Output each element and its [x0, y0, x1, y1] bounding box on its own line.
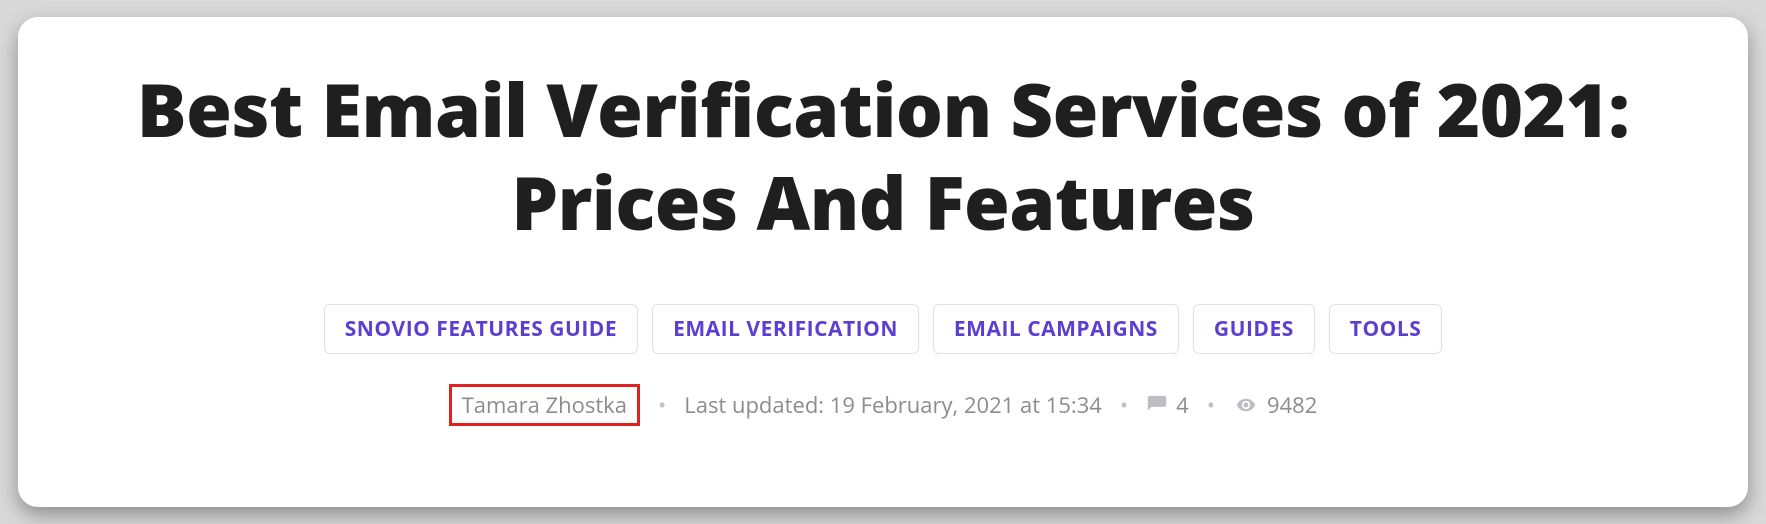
- comments-count: 4: [1176, 390, 1189, 420]
- separator-dot: •: [1207, 390, 1215, 420]
- eye-icon: [1233, 395, 1259, 415]
- tag-guides[interactable]: GUIDES: [1193, 304, 1315, 354]
- article-card: Best Email Verification Services of 2021…: [18, 17, 1748, 507]
- separator-dot: •: [1120, 390, 1128, 420]
- tag-snovio-features-guide[interactable]: SNOVIO FEATURES GUIDE: [324, 304, 638, 354]
- tag-email-campaigns[interactable]: EMAIL CAMPAIGNS: [933, 304, 1179, 354]
- tags-row: SNOVIO FEATURES GUIDE EMAIL VERIFICATION…: [324, 304, 1443, 354]
- comments-icon: [1146, 394, 1168, 416]
- article-title: Best Email Verification Services of 2021…: [58, 63, 1708, 248]
- meta-row: Tamara Zhostka • Last updated: 19 Februa…: [449, 384, 1318, 426]
- separator-dot: •: [658, 390, 666, 420]
- author-link[interactable]: Tamara Zhostka: [462, 390, 627, 420]
- tag-email-verification[interactable]: EMAIL VERIFICATION: [652, 304, 919, 354]
- views-count: 9482: [1267, 390, 1317, 420]
- last-updated-label: Last updated: 19 February, 2021 at 15:34: [684, 390, 1102, 420]
- tag-tools[interactable]: TOOLS: [1329, 304, 1443, 354]
- comments-meta[interactable]: 4: [1146, 390, 1189, 420]
- views-meta: 9482: [1233, 390, 1317, 420]
- author-highlight-box: Tamara Zhostka: [449, 384, 640, 426]
